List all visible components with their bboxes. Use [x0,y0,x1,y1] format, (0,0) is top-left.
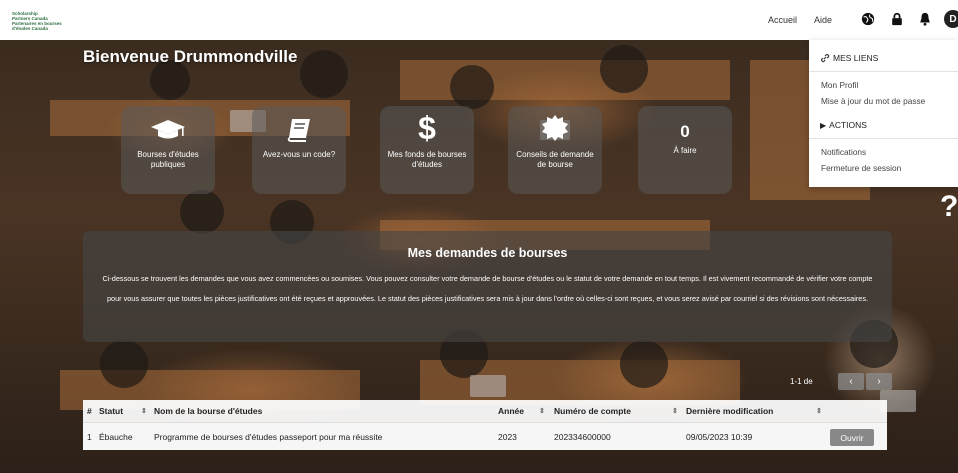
nav-accueil-link[interactable]: Accueil [768,15,797,25]
row-compte: 202334600000 [554,431,611,442]
graduation-cap-icon [121,106,215,142]
book-icon [252,106,346,142]
row-number: 1 [87,431,92,442]
sort-icon[interactable]: ⇕ [672,400,678,422]
sort-icon[interactable]: ⇕ [816,400,822,422]
sort-icon[interactable]: ⇕ [539,400,545,422]
applications-table: # Statut ⇕ Nom de la bourse d'études Ann… [83,400,887,450]
top-bar: Scholarship Partners Canada Partenaires … [0,0,958,40]
scholarship-partners-logo[interactable]: Scholarship Partners Canada Partenaires … [12,11,82,31]
tile-bourses-publiques[interactable]: Bourses d'études publiques [121,106,215,194]
mon-profil-link[interactable]: Mon Profil [821,80,858,90]
tile-label: Avez-vous un code? [262,150,336,159]
logout-link[interactable]: Fermeture de session [821,163,901,173]
user-avatar[interactable]: D [944,10,958,28]
sort-icon[interactable]: ⇕ [141,400,147,422]
col-compte[interactable]: Numéro de compte [554,400,631,422]
badge-icon [508,106,602,142]
ouvrir-button[interactable]: Ouvrir [830,429,874,446]
mes-liens-section: MES LIENS [820,53,878,63]
tile-label: Bourses d'études publiques [137,150,199,169]
applications-info-panel: Mes demandes de bourses Ci-dessous se tr… [83,231,892,342]
col-number: # [87,406,92,416]
user-dropdown-menu: MES LIENS Mon Profil Mise à jour du mot … [809,40,958,187]
welcome-heading: Bienvenue Drummondville [83,47,298,66]
tile-label: Conseils de demande de bourse [516,150,594,169]
tile-avez-vous-code[interactable]: Avez-vous un code? [252,106,346,194]
tile-label: Mes fonds de bourses d'études [387,150,467,169]
help-question-icon[interactable]: ? [940,190,958,224]
notifications-link[interactable]: Notifications [821,147,866,157]
caret-right-icon: ▶ [820,120,827,130]
tile-mes-fonds[interactable]: $ Mes fonds de bourses d'études [380,106,474,194]
chevron-right-icon[interactable]: › [866,373,892,390]
chevron-left-icon[interactable]: ‹ [838,373,864,390]
bell-icon[interactable] [917,11,933,27]
col-annee[interactable]: Année [498,400,524,422]
password-update-link[interactable]: Mise à jour du mot de passe [821,96,925,106]
tile-label: À faire [673,146,697,155]
lock-icon[interactable] [889,11,905,27]
pagination-range: 1-1 de [790,377,813,386]
row-modif: 09/05/2023 10:39 [686,431,753,442]
table-row: 1 Ébauche Programme de bourses d'études … [83,422,887,450]
globe-icon[interactable] [860,11,876,27]
tile-conseils-demande[interactable]: Conseils de demande de bourse [508,106,602,194]
section-description: Ci-dessous se trouvent les demandes que … [102,274,873,303]
col-modif[interactable]: Dernière modification [686,400,773,422]
nav-aide-link[interactable]: Aide [814,15,832,25]
row-annee: 2023 [498,431,517,442]
col-nom[interactable]: Nom de la bourse d'études [154,400,262,422]
col-statut[interactable]: Statut [99,400,123,422]
row-nom: Programme de bourses d'études passeport … [154,431,383,442]
tile-a-faire[interactable]: 0 À faire [638,106,732,194]
section-title: Mes demandes de bourses [407,246,568,260]
row-statut: Ébauche [99,431,133,442]
link-icon [821,54,830,63]
actions-section: ▶ ACTIONS [820,120,867,130]
table-header: # Statut ⇕ Nom de la bourse d'études Ann… [83,400,887,422]
todo-count: 0 [680,122,690,141]
dollar-icon: $ [418,110,436,146]
